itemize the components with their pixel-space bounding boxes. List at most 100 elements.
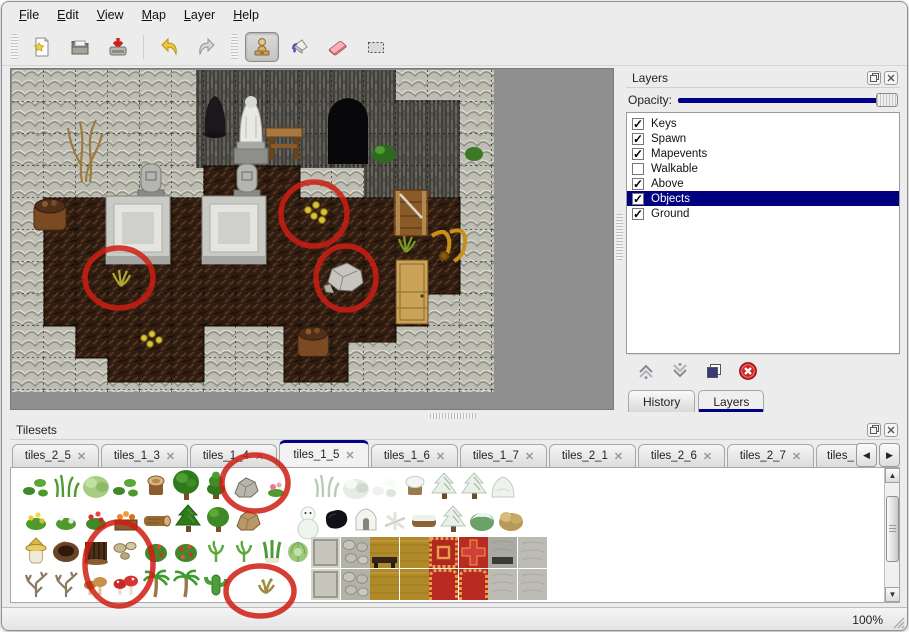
main-area: Layers Opacity: ✓	[2, 66, 907, 412]
chevron-up-icon	[636, 361, 656, 381]
float-panel-button[interactable]	[867, 423, 881, 437]
tileset-tab-tiles_2_7[interactable]: tiles_2_7✕	[727, 444, 814, 467]
float-panel-button[interactable]	[867, 71, 881, 85]
save-icon	[106, 35, 130, 59]
move-layer-down-button[interactable]	[668, 359, 692, 383]
tab-scroll-left-button[interactable]: ◀	[856, 443, 877, 467]
tileset-tab-tiles_2_5[interactable]: tiles_2_5✕	[12, 444, 99, 467]
map-canvas[interactable]	[11, 69, 613, 409]
menu-layer[interactable]: Layer	[175, 5, 224, 25]
move-layer-up-button[interactable]	[634, 359, 658, 383]
tab-close-icon[interactable]: ✕	[703, 450, 712, 463]
redo-button[interactable]	[190, 32, 224, 62]
tab-scroll-right-button[interactable]: ▶	[879, 443, 900, 467]
toolbar-grip[interactable]	[11, 34, 18, 60]
tileset-view[interactable]: ▲ ▼	[10, 467, 900, 603]
layer-row-ground[interactable]: ✓ Ground	[627, 206, 899, 221]
duplicate-layer-button[interactable]	[702, 359, 726, 383]
tab-history[interactable]: History	[628, 390, 695, 412]
menu-bar: File Edit View Map Layer Help	[2, 2, 907, 28]
tileset-tab-tiles_1_4[interactable]: tiles_1_4✕	[190, 444, 277, 467]
tab-close-icon[interactable]: ✕	[614, 450, 623, 463]
chevron-down-icon	[670, 361, 690, 381]
open-button[interactable]	[63, 32, 97, 62]
layer-list[interactable]: ✓ Keys ✓ Spawn ✓ Mapevents Walkable ✓	[626, 112, 900, 354]
fill-tool-button[interactable]	[283, 32, 317, 62]
close-icon	[887, 426, 895, 434]
layer-checkbox[interactable]: ✓	[632, 133, 644, 145]
new-file-icon	[30, 35, 54, 59]
splitter-grip[interactable]	[430, 413, 476, 419]
copy-icon	[704, 361, 724, 381]
menu-edit[interactable]: Edit	[48, 5, 88, 25]
barrel	[34, 199, 66, 230]
splitter-grip[interactable]	[616, 214, 623, 260]
save-button[interactable]	[101, 32, 135, 62]
opacity-slider-handle[interactable]	[876, 93, 898, 107]
tab-layers[interactable]: Layers	[698, 390, 764, 412]
scroll-up-button[interactable]: ▲	[885, 468, 900, 483]
tab-close-icon[interactable]: ✕	[166, 450, 175, 463]
close-panel-button[interactable]	[884, 71, 898, 85]
tileset-scrollbar[interactable]: ▲ ▼	[884, 468, 899, 602]
tab-close-icon[interactable]: ✕	[255, 450, 264, 463]
eraser-tool-icon	[326, 35, 350, 59]
opacity-slider[interactable]	[678, 92, 898, 108]
tileset-tab-tiles_1_3[interactable]: tiles_1_3✕	[101, 444, 188, 467]
tab-close-icon[interactable]: ✕	[77, 450, 86, 463]
eraser-tool-button[interactable]	[321, 32, 355, 62]
layer-checkbox[interactable]	[632, 163, 644, 175]
opacity-row: Opacity:	[626, 88, 900, 112]
layer-checkbox[interactable]: ✓	[632, 208, 644, 220]
layer-checkbox[interactable]: ✓	[632, 148, 644, 160]
menu-map[interactable]: Map	[133, 5, 175, 25]
layer-row-objects[interactable]: ✓ Objects	[627, 191, 899, 206]
map-viewport[interactable]	[10, 68, 614, 410]
redo-icon	[195, 35, 219, 59]
select-tool-button[interactable]	[359, 32, 393, 62]
layer-checkbox[interactable]: ✓	[632, 193, 644, 205]
tileset-tab-tiles_2_6[interactable]: tiles_2_6✕	[638, 444, 725, 467]
tileset-tiles	[23, 470, 547, 600]
tab-close-icon[interactable]: ✕	[436, 450, 445, 463]
scroll-down-button[interactable]: ▼	[885, 587, 900, 602]
layer-row-above[interactable]: ✓ Above	[627, 176, 899, 191]
menu-file[interactable]: File	[10, 5, 48, 25]
tab-close-icon[interactable]: ✕	[345, 449, 354, 462]
tileset-tab-tiles_1_6[interactable]: tiles_1_6✕	[371, 444, 458, 467]
zoom-level: 100%	[852, 613, 883, 627]
opacity-slider-track[interactable]	[678, 98, 894, 103]
scrollbar-thumb[interactable]	[886, 496, 899, 562]
tileset-tab-tiles_1_5[interactable]: tiles_1_5✕	[279, 440, 369, 467]
layer-row-keys[interactable]: ✓ Keys	[627, 116, 899, 131]
stamp-tool-button[interactable]	[245, 32, 279, 62]
close-panel-button[interactable]	[884, 423, 898, 437]
menu-view[interactable]: View	[88, 5, 133, 25]
menu-help[interactable]: Help	[224, 5, 268, 25]
horizontal-splitter[interactable]	[2, 412, 907, 420]
resize-grip-icon[interactable]	[891, 615, 905, 629]
close-icon	[887, 74, 895, 82]
gravestone	[138, 164, 164, 198]
tileset-canvas[interactable]	[11, 468, 547, 602]
layers-panel-title: Layers	[632, 71, 668, 85]
layer-checkbox[interactable]: ✓	[632, 118, 644, 130]
layer-label: Mapevents	[651, 148, 707, 160]
delete-layer-button[interactable]	[736, 359, 760, 383]
toolbar-grip-2[interactable]	[231, 34, 238, 60]
layer-row-mapevents[interactable]: ✓ Mapevents	[627, 146, 899, 161]
undo-icon	[157, 35, 181, 59]
undo-button[interactable]	[152, 32, 186, 62]
tab-close-icon[interactable]: ✕	[792, 450, 801, 463]
tab-close-icon[interactable]: ✕	[525, 450, 534, 463]
vertical-splitter[interactable]	[614, 66, 626, 412]
status-bar: 100%	[2, 607, 907, 631]
layer-checkbox[interactable]: ✓	[632, 178, 644, 190]
layer-row-spawn[interactable]: ✓ Spawn	[627, 131, 899, 146]
layer-row-walkable[interactable]: Walkable	[627, 161, 899, 176]
stamp-tool-icon	[250, 35, 274, 59]
new-file-button[interactable]	[25, 32, 59, 62]
tileset-tab-tiles_1_7[interactable]: tiles_1_7✕	[460, 444, 547, 467]
tileset-tab-tiles_2_1[interactable]: tiles_2_1✕	[549, 444, 636, 467]
toolbar-separator	[143, 35, 144, 59]
